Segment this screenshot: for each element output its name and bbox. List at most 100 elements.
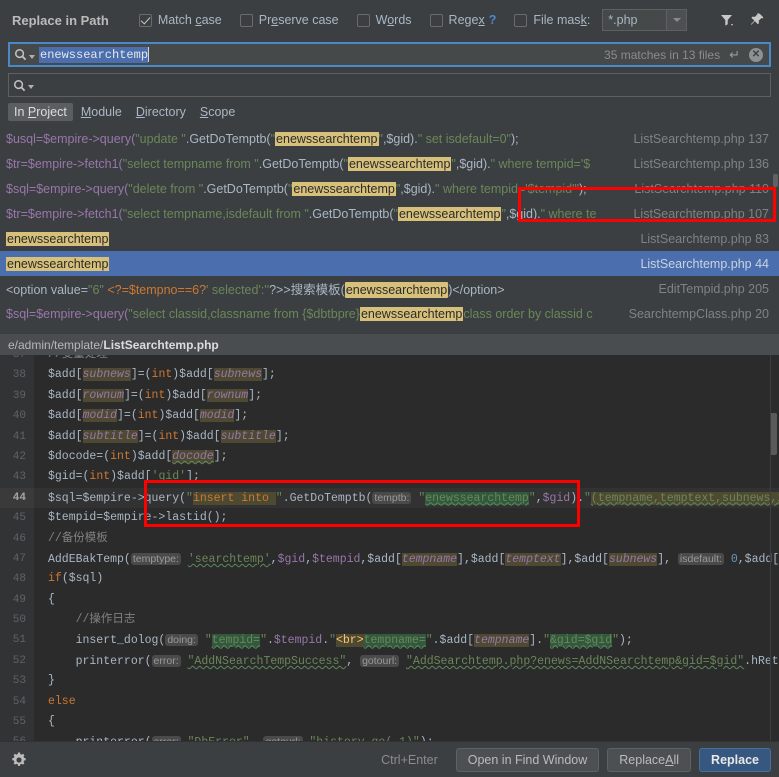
line-number: 41 <box>0 426 34 447</box>
preserve-case-checkbox[interactable] <box>239 13 253 27</box>
file-mask-checkbox[interactable] <box>514 13 528 27</box>
code-line[interactable]: 45 $tempid=$empire->lastid(); <box>0 508 779 529</box>
result-row[interactable]: enewssearchtemp ListSearchtemp.php 83 <box>0 226 779 251</box>
code-line[interactable]: 51 insert_dolog(doing: "tempid=".$tempid… <box>0 630 779 651</box>
code-line[interactable]: 44 $sql=$empire->query("insert into ".Get… <box>0 487 779 509</box>
line-number: 50 <box>0 610 34 631</box>
filter-icon[interactable] <box>719 12 735 28</box>
code-line-text: AddEBakTemp(temptype: 'searchtemp',$gid,… <box>48 552 779 566</box>
search-icon-replace[interactable] <box>13 79 34 92</box>
code-line[interactable]: 52 printerror(error: "AddNSearchTempSucc… <box>0 650 779 672</box>
option-preserve-case[interactable]: Preserve case <box>239 13 339 27</box>
result-row-location: EditTempid.php 205 <box>658 281 770 296</box>
line-number: 40 <box>0 406 34 427</box>
scope-tab-module[interactable]: Module <box>75 103 128 121</box>
code-line[interactable]: 40 $add[modid]=(int)$add[modid]; <box>0 406 779 427</box>
scope-tab-in-project[interactable]: In Project <box>8 103 73 121</box>
code-line[interactable]: 56 printerror(error: "DbError", gotourl:… <box>0 732 779 741</box>
code-line-text: { <box>48 592 55 606</box>
fields-area: enewssearchtemp 35 matches in 13 files ↵… <box>0 40 779 97</box>
code-line[interactable]: 47 AddEBakTemp(temptype: 'searchtemp',$gi… <box>0 548 779 570</box>
line-number: 49 <box>0 589 34 611</box>
search-input[interactable]: enewssearchtemp <box>39 46 149 63</box>
gear-icon[interactable] <box>10 751 28 769</box>
regex-checkbox[interactable] <box>429 13 443 27</box>
result-row[interactable]: $tr=$empire->fetch1("select tempname fro… <box>0 151 779 176</box>
match-count-label: 35 matches in 13 files <box>604 47 721 62</box>
code-line[interactable]: 50 //操作日志 <box>0 610 779 631</box>
chevron-down-icon[interactable] <box>666 9 688 31</box>
right-margin-line <box>770 355 771 741</box>
pin-icon[interactable] <box>749 12 765 28</box>
result-row[interactable]: $sql=$empire->query("delete from ".GetDo… <box>0 176 779 201</box>
code-line[interactable]: 55 { <box>0 712 779 733</box>
result-row[interactable]: enewssearchtemp ListSearchtemp.php 44 <box>0 251 779 276</box>
words-label: Words <box>375 13 412 27</box>
code-line-text: if($sql) <box>48 572 104 586</box>
clear-icon[interactable]: ✕ <box>749 47 763 62</box>
dialog-footer: Ctrl+Enter Open in Find Window Replace A… <box>0 741 779 777</box>
code-line[interactable]: 38 $add[subnews]=(int)$add[subnews]; <box>0 365 779 386</box>
result-row[interactable]: $sql=$empire->query("select classid,clas… <box>0 301 779 326</box>
result-row-text: $sql=$empire->query("delete from ".GetDo… <box>6 181 587 196</box>
result-row-text: <option value="6" <?=$tempno==6?' select… <box>6 282 505 298</box>
match-case-checkbox[interactable] <box>138 13 152 27</box>
code-line[interactable]: 39 $add[rownum]=(int)$add[rownum]; <box>0 385 779 407</box>
code-line-text: $add[subtitle]=(int)$add[subtitle]; <box>48 429 290 443</box>
search-field[interactable]: enewssearchtemp 35 matches in 13 files ↵… <box>8 42 771 67</box>
code-line-text: printerror(error: "DbError", gotourl: "h… <box>34 732 779 741</box>
scope-tab-directory[interactable]: Directory <box>130 103 192 121</box>
preserve-case-label: Preserve case <box>258 13 339 27</box>
replace-input[interactable] <box>38 84 39 86</box>
file-mask-label: File mask: <box>533 13 591 27</box>
option-match-case[interactable]: Match case <box>138 13 222 27</box>
preview-file-path: e/admin/template/ListSearchtemp.php <box>0 334 779 355</box>
options-toolbar: Replace in Path Match case Preserve case… <box>0 0 779 40</box>
line-number: 37 <box>0 355 34 366</box>
return-icon[interactable]: ↵ <box>729 48 740 61</box>
code-line[interactable]: 53} <box>0 671 779 692</box>
result-row-text: $tr=$empire->fetch1("select tempname,isd… <box>6 206 597 221</box>
result-row[interactable]: <option value="6" <?=$tempno==6?' select… <box>0 276 779 301</box>
words-checkbox[interactable] <box>356 13 370 27</box>
replace-button[interactable]: Replace <box>699 747 771 772</box>
code-line[interactable]: 37//变量处理 <box>0 355 779 366</box>
code-line[interactable]: 43 $gid=(int)$add['gid']; <box>0 467 779 488</box>
result-row-location: ListSearchtemp.php 83 <box>640 231 769 246</box>
replace-all-button[interactable]: Replace All <box>607 747 692 772</box>
line-number: 39 <box>0 385 34 407</box>
code-line-text: { <box>48 715 55 729</box>
code-line[interactable]: 54 else <box>0 691 779 713</box>
code-line[interactable]: 48 if($sql) <box>0 569 779 590</box>
code-line[interactable]: 49 { <box>0 589 779 611</box>
search-results-list[interactable]: $usql=$empire->query("update ".GetDoTemp… <box>0 126 779 334</box>
replace-field[interactable] <box>8 73 771 97</box>
match-case-label: Match case <box>157 13 222 27</box>
line-number: 48 <box>0 569 34 590</box>
code-preview[interactable]: 37//变量处理38 $add[subnews]=(int)$add[subnew… <box>0 355 779 741</box>
option-regex[interactable]: Regex ? <box>429 13 497 27</box>
code-line[interactable]: 41 $add[subtitle]=(int)$add[subtitle]; <box>0 426 779 447</box>
regex-help-icon[interactable]: ? <box>489 13 497 27</box>
toolbar-actions <box>719 12 771 28</box>
code-line-text: //操作日志 <box>75 613 136 627</box>
option-words[interactable]: Words <box>356 13 412 27</box>
code-scrollbar[interactable] <box>770 413 777 455</box>
results-scrollbar[interactable] <box>773 174 778 187</box>
code-line[interactable]: 46 //备份模板 <box>0 528 779 549</box>
open-in-find-window-button[interactable]: Open in Find Window <box>455 747 600 772</box>
search-icon[interactable] <box>14 48 35 61</box>
option-file-mask[interactable]: File mask: <box>514 13 590 27</box>
code-line-text: else <box>48 694 76 708</box>
line-number: 56 <box>0 732 34 741</box>
preview-path-file: ListSearchtemp.php <box>103 337 219 352</box>
result-row-location: ListSearchtemp.php 107 <box>633 206 769 221</box>
result-row[interactable]: $tr=$empire->fetch1("select tempname,isd… <box>0 201 779 226</box>
file-mask-input[interactable]: *.php <box>602 9 667 31</box>
file-mask-combo[interactable]: *.php <box>602 9 688 31</box>
result-row-location: ListSearchtemp.php 137 <box>633 131 769 146</box>
result-row[interactable]: $usql=$empire->query("update ".GetDoTemp… <box>0 126 779 151</box>
scope-tab-scope[interactable]: Scope <box>194 103 241 121</box>
code-line[interactable]: 42 $docode=(int)$add[docode]; <box>0 446 779 468</box>
result-row-text: $usql=$empire->query("update ".GetDoTemp… <box>6 131 519 146</box>
